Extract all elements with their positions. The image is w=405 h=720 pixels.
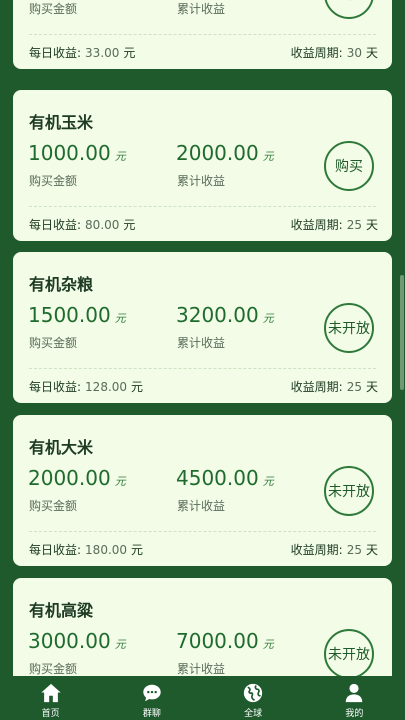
total-income-label: 累计收益 [177,2,226,16]
tab-label: 群聊 [142,709,161,719]
chat-icon [143,684,161,702]
product-name: 有机玉米 [29,113,94,132]
user-icon [346,683,363,703]
product-card: 有机杂粮 1500.00 元 3200.00 元 购买金额 累计收益 未开放 每日收… [13,252,392,403]
product-card: 购买金额 累计收益 购买 每日收益:33.00元 收益周期:30天 [13,0,392,69]
tab-label: 首页 [41,709,60,719]
product-list[interactable]: 购买金额 累计收益 购买 每日收益:33.00元 收益周期:30天 有机玉米 1… [0,0,405,676]
not-open-button[interactable]: 未开放 [324,303,374,353]
income-period: 收益周期: 30 天 [290,46,378,60]
divider [29,34,376,35]
tab-group-chat[interactable]: 群聊 [101,676,202,720]
purchase-amount-label: 购买金额 [29,336,78,350]
product-card: 有机玉米 1000.00 元 2000.00 元 购买金额 累计收益 购买 每日收益… [13,90,392,241]
not-open-button[interactable]: 未开放 [324,466,374,516]
total-income-label: 累计收益 [177,336,226,350]
bottom-tab-bar: 首页 群聊 全球 我的 [0,676,405,720]
daily-income: 每日收益: 33.00 元 [29,46,136,60]
scrollbar[interactable] [400,275,404,390]
divider [29,206,376,207]
product-name: 有机高粱 [29,601,94,620]
buy-button[interactable]: 购买 [324,0,374,19]
purchase-amount-label: 购买金额 [29,662,78,676]
total-income: 4500.00 元 [176,466,274,490]
purchase-amount-label: 购买金额 [29,174,78,188]
globe-icon [243,683,263,703]
income-period: 收益周期: 25 天 [290,380,378,394]
tab-label: 我的 [345,709,364,719]
purchase-amount: 2000.00 元 [28,466,126,490]
total-income: 2000.00 元 [176,141,274,165]
home-icon [41,683,61,703]
daily-income: 每日收益: 128.00 元 [29,380,144,394]
purchase-amount-label: 购买金额 [29,2,78,16]
tab-mine[interactable]: 我的 [304,676,405,720]
not-open-button[interactable]: 未开放 [324,629,374,676]
purchase-amount-label: 购买金额 [29,499,78,513]
tab-label: 全球 [244,709,263,719]
daily-income: 每日收益: 80.00 元 [29,218,136,232]
total-income-label: 累计收益 [177,499,226,513]
product-card: 有机大米 2000.00 元 4500.00 元 购买金额 累计收益 未开放 每日收… [13,415,392,566]
product-card: 有机高粱 3000.00 元 7000.00 元 购买金额 累计收益 未开放 [13,578,392,676]
total-income: 7000.00 元 [176,629,274,653]
purchase-amount: 1500.00 元 [28,303,126,327]
product-name: 有机杂粮 [29,275,94,294]
divider [29,368,376,369]
total-income-label: 累计收益 [177,174,226,188]
total-income: 3200.00 元 [176,303,274,327]
daily-income: 每日收益: 180.00 元 [29,543,144,557]
tab-global[interactable]: 全球 [203,676,304,720]
income-period: 收益周期: 25 天 [290,218,378,232]
buy-button[interactable]: 购买 [324,141,374,191]
income-period: 收益周期: 25 天 [290,543,378,557]
purchase-amount: 3000.00 元 [28,629,126,653]
divider [29,531,376,532]
product-name: 有机大米 [29,438,94,457]
total-income-label: 累计收益 [177,662,226,676]
purchase-amount: 1000.00 元 [28,141,126,165]
tab-home[interactable]: 首页 [0,676,101,720]
